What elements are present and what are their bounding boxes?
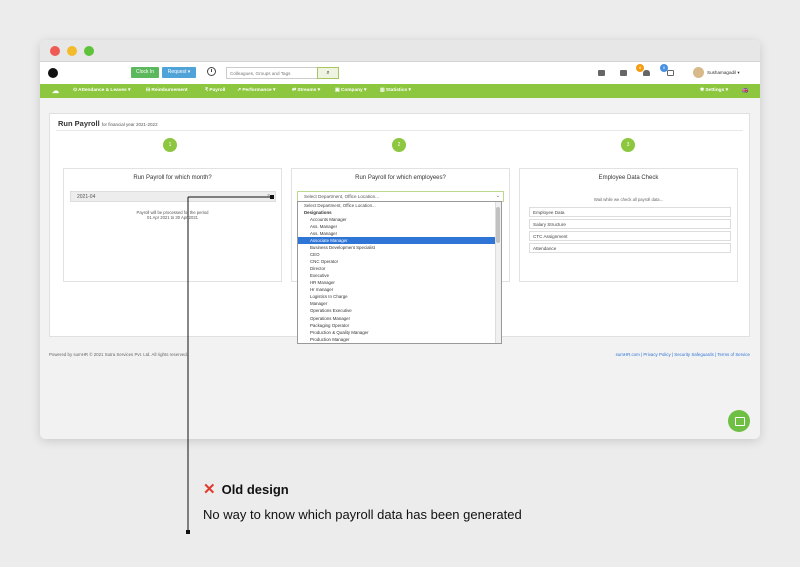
- close-window-button[interactable]: [50, 46, 60, 56]
- dashboard-icon[interactable]: ☁: [52, 87, 59, 95]
- nav-settings[interactable]: ✱ Settings ▾: [700, 88, 728, 93]
- nav-statistics[interactable]: ▥ Statistics ▾: [380, 88, 411, 93]
- minimize-window-button[interactable]: [67, 46, 77, 56]
- step-3-badge: 3: [621, 138, 635, 152]
- dropdown-option[interactable]: Packaging Operator: [298, 322, 501, 329]
- dropdown-option[interactable]: Hr manager: [298, 286, 501, 293]
- check-employee-data: Employee Data: [529, 207, 731, 217]
- search-icon: ⌕: [326, 70, 330, 76]
- month-value: 2021-04: [77, 194, 96, 200]
- nav-reimbursement[interactable]: ⊟ Reimbursement: [146, 88, 188, 93]
- annotation-title: ✕ Old design: [203, 481, 289, 498]
- dropdown-option[interactable]: Ass. Manager: [298, 223, 501, 230]
- check-ctc-assignment: CTC Assignment: [529, 231, 731, 241]
- dropdown-option[interactable]: Associate Manager: [298, 237, 501, 245]
- page-footer: Powered by sumHR © 2021 Sutra Services P…: [49, 352, 751, 357]
- employee-filter-dropdown[interactable]: Select Department, Office Location... De…: [297, 201, 502, 344]
- data-check-panel: Employee Data Check Wait while we check …: [519, 168, 738, 282]
- megaphone-icon[interactable]: [620, 70, 627, 76]
- dropdown-option[interactable]: Accounts Manager: [298, 216, 501, 223]
- clear-month-icon[interactable]: ×: [267, 193, 270, 199]
- employees-panel-heading: Run Payroll for which employees?: [355, 175, 446, 181]
- chat-widget-button[interactable]: [728, 410, 750, 432]
- divider: [56, 130, 743, 131]
- page-title: Run Payroll for financial year 2021-2022: [58, 119, 158, 128]
- dropdown-option[interactable]: HR Manager: [298, 279, 501, 286]
- mail-icon[interactable]: [667, 70, 674, 76]
- data-check-heading: Employee Data Check: [598, 175, 659, 181]
- dropdown-option[interactable]: CNC Operator: [298, 258, 501, 265]
- dropdown-placeholder-option[interactable]: Select Department, Office Location...: [298, 202, 501, 209]
- notification-badge: 8: [636, 64, 644, 72]
- dropdown-option[interactable]: Operations Manager: [298, 315, 501, 322]
- clock-in-button[interactable]: Clock In: [131, 67, 159, 78]
- month-panel: Run Payroll for which month? 2021-04 × Pa…: [63, 168, 282, 282]
- dropdown-option[interactable]: Operations Executive: [298, 307, 501, 314]
- dropdown-option[interactable]: Production & Quality Manager: [298, 329, 501, 336]
- copyright-text: Powered by sumHR © 2021 Sutra Services P…: [49, 352, 188, 357]
- dropdown-option[interactable]: Director: [298, 265, 501, 272]
- step-2-badge: 2: [392, 138, 406, 152]
- nav-performance[interactable]: ↗ Performance ▾: [237, 88, 275, 93]
- maximize-window-button[interactable]: [84, 46, 94, 56]
- period-note: Payroll will be processed for the period…: [136, 210, 209, 221]
- dropdown-scrollbar[interactable]: [495, 202, 501, 343]
- check-attendance: Attendance: [529, 243, 731, 253]
- dropdown-group-label: Designations: [304, 210, 332, 216]
- scrollbar-thumb[interactable]: [496, 207, 500, 243]
- nav-streams[interactable]: ⇄ Streams ▾: [292, 88, 320, 93]
- check-salary-structure: Salary Structure: [529, 219, 731, 229]
- nav-payroll[interactable]: ₹ Payroll: [205, 88, 225, 93]
- dropdown-option[interactable]: Production Manager: [298, 336, 501, 343]
- bell-icon[interactable]: [643, 70, 650, 76]
- user-menu[interactable]: Sushamagadil ▾: [707, 70, 740, 76]
- browser-window: Clock In Request ▾ Colleagues, Groups an…: [40, 40, 760, 439]
- search-button[interactable]: ⌕: [317, 67, 339, 79]
- dropdown-option[interactable]: Logistics In Charge: [298, 293, 501, 300]
- dropdown-option[interactable]: Business Development Specialist: [298, 244, 501, 251]
- app-logo[interactable]: [48, 68, 58, 78]
- main-nav: ☁ ⊙ Attendance & Leaves ▾ ⊟ Reimbursemen…: [40, 84, 760, 98]
- wait-message: Wait while we check all payroll data...: [593, 197, 664, 202]
- dropdown-option[interactable]: Executive: [298, 272, 501, 279]
- x-mark-icon: ✕: [203, 481, 216, 498]
- window-titlebar: [40, 40, 760, 62]
- search-input[interactable]: Colleagues, Groups and Tags: [226, 67, 318, 79]
- avatar[interactable]: [693, 67, 704, 78]
- month-panel-heading: Run Payroll for which month?: [133, 175, 212, 181]
- footer-links[interactable]: sumHR.com | Privacy Policy | Security Sa…: [616, 352, 750, 357]
- chevron-down-icon: ⌄: [495, 193, 500, 199]
- mail-badge: 0: [660, 64, 668, 72]
- timer-icon[interactable]: [207, 67, 216, 76]
- dropdown-option[interactable]: Manager: [298, 300, 501, 307]
- dropdown-option[interactable]: CEO: [298, 251, 501, 258]
- add-user-icon[interactable]: [598, 70, 605, 76]
- annotation-text: No way to know which payroll data has be…: [203, 507, 522, 522]
- month-select[interactable]: 2021-04 ×: [70, 191, 276, 202]
- page-subtitle: for financial year 2021-2022: [101, 122, 158, 127]
- language-flag-icon[interactable]: 🇬🇧: [742, 88, 748, 94]
- nav-company[interactable]: ▣ Company ▾: [335, 88, 366, 93]
- request-button[interactable]: Request ▾: [162, 67, 196, 78]
- nav-attendance[interactable]: ⊙ Attendance & Leaves ▾: [73, 88, 130, 93]
- app-topbar: Clock In Request ▾ Colleagues, Groups an…: [40, 62, 760, 84]
- step-1-badge: 1: [163, 138, 177, 152]
- dropdown-option[interactable]: Ass. Manager: [298, 230, 501, 237]
